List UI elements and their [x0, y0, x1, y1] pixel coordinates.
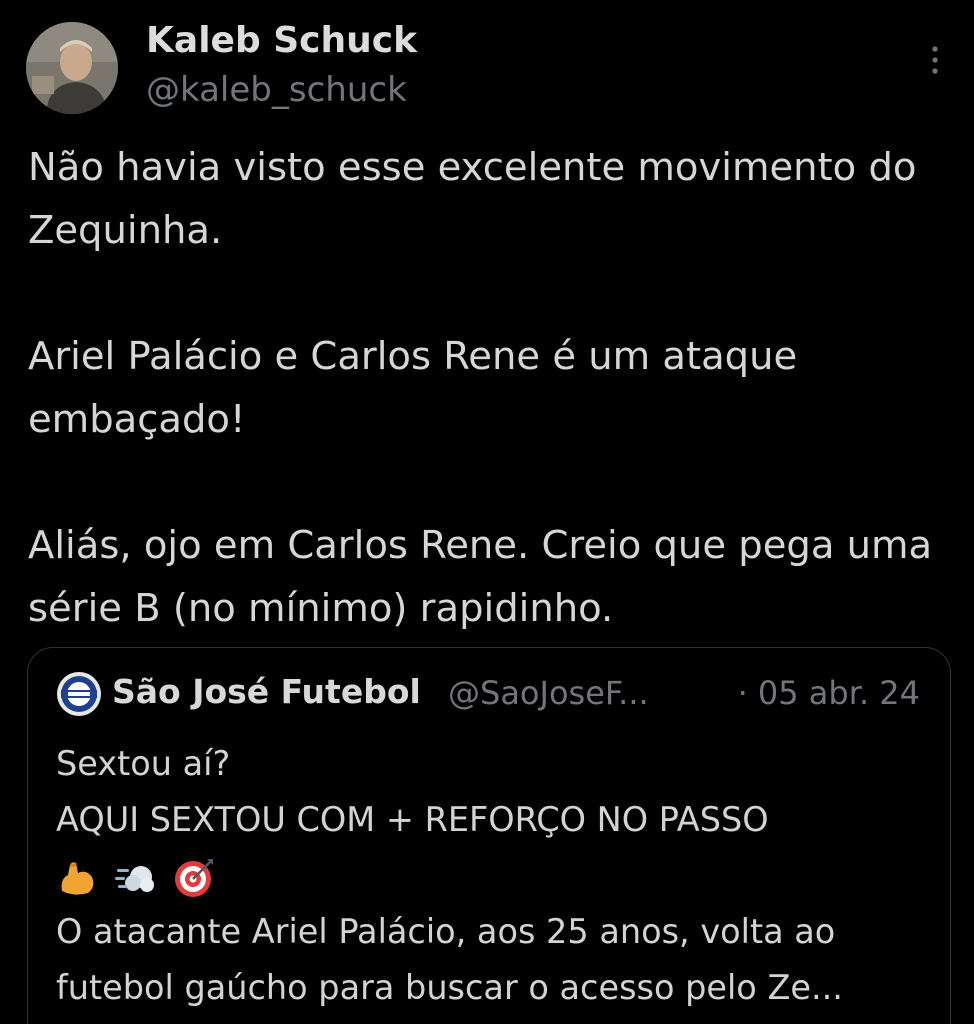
author-name[interactable]: Kaleb Schuck: [146, 20, 417, 61]
tweet-paragraph: Aliás, ojo em Carlos Rene. Creio que peg…: [28, 523, 933, 631]
tweet-paragraph: Não havia visto esse excelente movimento…: [28, 145, 917, 253]
quoted-line: futebol gaúcho para buscar o acesso pelo…: [56, 968, 843, 1007]
dashing-away-icon: [114, 857, 157, 899]
quoted-tweet-text: Sextou aí? AQUI SEXTOU COM + REFORÇO NO …: [56, 736, 926, 1016]
quoted-line: Sextou aí?: [56, 744, 231, 783]
flexed-biceps-icon: [56, 857, 98, 899]
author-avatar[interactable]: [26, 22, 118, 114]
quoted-author-handle[interactable]: @SaoJoseF...: [448, 674, 649, 712]
emoji-row: [56, 848, 926, 904]
quoted-line: AQUI SEXTOU COM + REFORÇO NO PASSO: [56, 800, 769, 839]
direct-hit-icon: [173, 857, 215, 899]
tweet: Kaleb Schuck @kaleb_schuck Não havia vis…: [0, 0, 974, 1024]
quoted-tweet[interactable]: São José Futebol @SaoJoseF... · 05 abr. …: [27, 647, 951, 1024]
tweet-text: Não havia visto esse excelente movimento…: [28, 136, 958, 640]
quoted-tweet-date[interactable]: · 05 abr. 24: [738, 674, 920, 712]
quoted-line: O atacante Ariel Palácio, aos 25 anos, v…: [56, 912, 836, 951]
quoted-author-name[interactable]: São José Futebol: [112, 672, 421, 711]
author-handle[interactable]: @kaleb_schuck: [146, 70, 407, 110]
more-vertical-icon[interactable]: [920, 40, 950, 80]
sao-jose-crest-icon: [56, 671, 102, 717]
tweet-paragraph: Ariel Palácio e Carlos Rene é um ataque …: [28, 334, 798, 442]
